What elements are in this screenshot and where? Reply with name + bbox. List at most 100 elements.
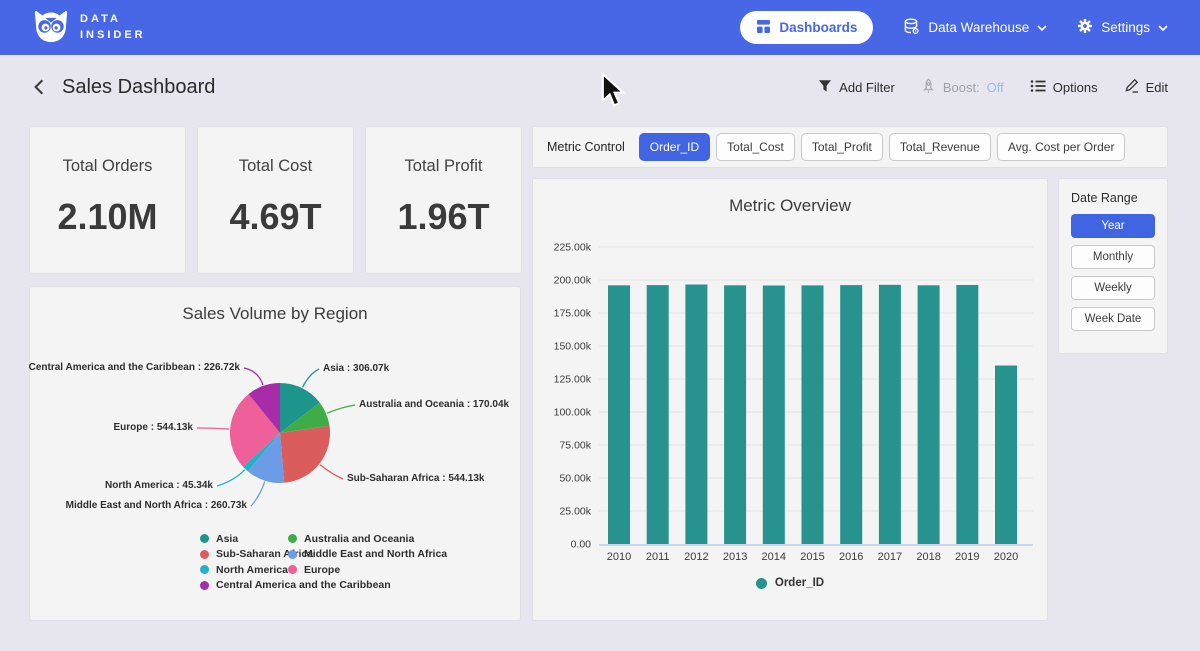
nav-settings[interactable]: Settings xyxy=(1077,18,1168,37)
sales-dashboard-app: DATA INSIDER Dashboards xyxy=(0,0,1200,651)
x-axis-tick-label: 2019 xyxy=(955,551,979,563)
y-axis-tick-label: 150.00k xyxy=(554,341,592,353)
pie-chart-title: Sales Volume by Region xyxy=(30,304,520,324)
rocket-icon xyxy=(921,78,936,97)
bar-2018[interactable] xyxy=(918,285,940,544)
pie-legend-column: Australia and Oceania Middle East and Nor… xyxy=(288,531,447,578)
bar-2011[interactable] xyxy=(647,285,669,544)
bar-2012[interactable] xyxy=(685,285,707,545)
pie-label-europe: Europe : 544.13k xyxy=(114,422,193,433)
pie-slice-sub-saharan-africa[interactable] xyxy=(280,426,330,483)
kpi-value: 4.69T xyxy=(229,196,321,238)
kpi-card-total-orders: Total Orders 2.10M xyxy=(30,127,185,273)
pie-legend-item-middle-east-and-north-africa: Middle East and North Africa xyxy=(288,547,447,563)
legend-dot xyxy=(200,534,209,543)
app-logo[interactable]: DATA INSIDER xyxy=(32,6,146,49)
pie-label-australia-and-oceania: Australia and Oceania : 170.04k xyxy=(359,399,509,410)
date-range-option-year[interactable]: Year xyxy=(1071,214,1155,238)
pie-callout-line xyxy=(327,405,355,413)
bar-2014[interactable] xyxy=(763,286,785,545)
legend-label: Central America and the Caribbean xyxy=(216,579,391,591)
metric-control-bar: Metric Control Order_IDTotal_CostTotal_P… xyxy=(533,127,1167,167)
y-axis-tick-label: 0.00 xyxy=(571,539,592,551)
pie-legend-item-australia-and-oceania: Australia and Oceania xyxy=(288,531,447,547)
page-header: Sales Dashboard Add Filter Boost: Off xyxy=(0,55,1200,119)
metric-option-total-cost[interactable]: Total_Cost xyxy=(716,133,795,161)
metric-option-total-revenue[interactable]: Total_Revenue xyxy=(889,133,991,161)
nav-dashboards-button[interactable]: Dashboards xyxy=(740,11,873,44)
metric-option-avg-cost-per-order[interactable]: Avg. Cost per Order xyxy=(997,133,1126,161)
pie-chart-card: Sales Volume by Region Asia : 306.07k Aus… xyxy=(30,287,520,620)
pie-legend-item-central-america-and-the-caribbean: Central America and the Caribbean xyxy=(200,578,391,594)
pie-chart: Asia : 306.07k Australia and Oceania : 17… xyxy=(30,345,520,525)
y-axis-tick-label: 75.00k xyxy=(559,440,591,452)
gear-icon xyxy=(1077,18,1093,37)
legend-dot xyxy=(200,581,209,590)
metric-option-order-id[interactable]: Order_ID xyxy=(639,133,710,161)
date-range-label: Date Range xyxy=(1071,191,1155,205)
date-range-option-week-date[interactable]: Week Date xyxy=(1071,307,1155,331)
x-axis-tick-label: 2018 xyxy=(916,551,940,563)
bar-chart: 0.0025.00k50.00k75.00k100.00k125.00k150.… xyxy=(533,219,1047,569)
legend-dot xyxy=(288,565,297,574)
database-icon xyxy=(903,18,920,38)
legend-dot xyxy=(288,550,297,559)
metric-control-label: Metric Control xyxy=(547,140,625,154)
y-axis-tick-label: 100.00k xyxy=(554,407,592,419)
nav-data-warehouse[interactable]: Data Warehouse xyxy=(903,18,1047,38)
pie-label-middle-east-and-north-africa: Middle East and North Africa : 260.73k xyxy=(66,500,247,511)
metric-option-total-profit[interactable]: Total_Profit xyxy=(801,133,883,161)
legend-label: Australia and Oceania xyxy=(304,533,414,545)
legend-label: Order_ID xyxy=(775,577,824,589)
logo-text: DATA INSIDER xyxy=(80,12,146,44)
chevron-down-icon xyxy=(1158,20,1168,35)
boost-toggle[interactable]: Boost: Off xyxy=(921,78,1004,97)
x-axis-tick-label: 2012 xyxy=(684,551,708,563)
x-axis-tick-label: 2017 xyxy=(878,551,902,563)
dashboards-grid-icon xyxy=(756,19,771,37)
back-button[interactable] xyxy=(32,78,46,96)
bar-2013[interactable] xyxy=(724,285,746,544)
bar-2017[interactable] xyxy=(879,285,901,544)
options-button[interactable]: Options xyxy=(1030,79,1098,96)
x-axis-tick-label: 2015 xyxy=(800,551,824,563)
x-axis-tick-label: 2016 xyxy=(839,551,863,563)
pie-callout-line xyxy=(303,369,319,387)
bar-2015[interactable] xyxy=(802,285,824,544)
pie-callout-line xyxy=(217,470,245,486)
add-filter-button[interactable]: Add Filter xyxy=(818,79,895,96)
pie-legend-item-europe: Europe xyxy=(288,562,447,578)
bar-2016[interactable] xyxy=(840,285,862,544)
legend-dot xyxy=(200,565,209,574)
x-axis-tick-label: 2010 xyxy=(607,551,631,563)
date-range-option-monthly[interactable]: Monthly xyxy=(1071,245,1155,269)
bar-2020[interactable] xyxy=(995,366,1017,545)
pie-label-asia: Asia : 306.07k xyxy=(323,363,389,374)
list-options-icon xyxy=(1030,79,1046,96)
chevron-down-icon xyxy=(1037,20,1047,35)
kpi-card-total-cost: Total Cost 4.69T xyxy=(198,127,353,273)
legend-label: Europe xyxy=(304,564,340,576)
navbar-menu: Dashboards Data Warehouse xyxy=(740,11,1168,44)
x-axis-tick-label: 2013 xyxy=(723,551,747,563)
bar-2019[interactable] xyxy=(956,285,978,544)
kpi-label: Total Cost xyxy=(239,157,312,176)
legend-dot xyxy=(756,578,767,589)
legend-dot xyxy=(200,550,209,559)
date-range-options: Year Monthly Weekly Week Date xyxy=(1071,214,1155,331)
legend-dot xyxy=(288,534,297,543)
legend-label: North America xyxy=(216,564,288,576)
kpi-card-total-profit: Total Profit 1.96T xyxy=(366,127,521,273)
date-range-panel: Date Range Year Monthly Weekly Week Date xyxy=(1059,179,1167,353)
bar-2010[interactable] xyxy=(608,285,630,544)
edit-button[interactable]: Edit xyxy=(1124,78,1168,96)
kpi-value: 1.96T xyxy=(397,196,489,238)
kpi-value: 2.10M xyxy=(57,196,157,238)
boost-value: Off xyxy=(987,80,1004,95)
date-range-option-weekly[interactable]: Weekly xyxy=(1071,276,1155,300)
pie-callout-line xyxy=(244,368,263,385)
pie-callout-line xyxy=(197,428,229,429)
y-axis-tick-label: 225.00k xyxy=(554,242,592,254)
x-axis-tick-label: 2020 xyxy=(994,551,1018,563)
y-axis-tick-label: 50.00k xyxy=(559,473,591,485)
